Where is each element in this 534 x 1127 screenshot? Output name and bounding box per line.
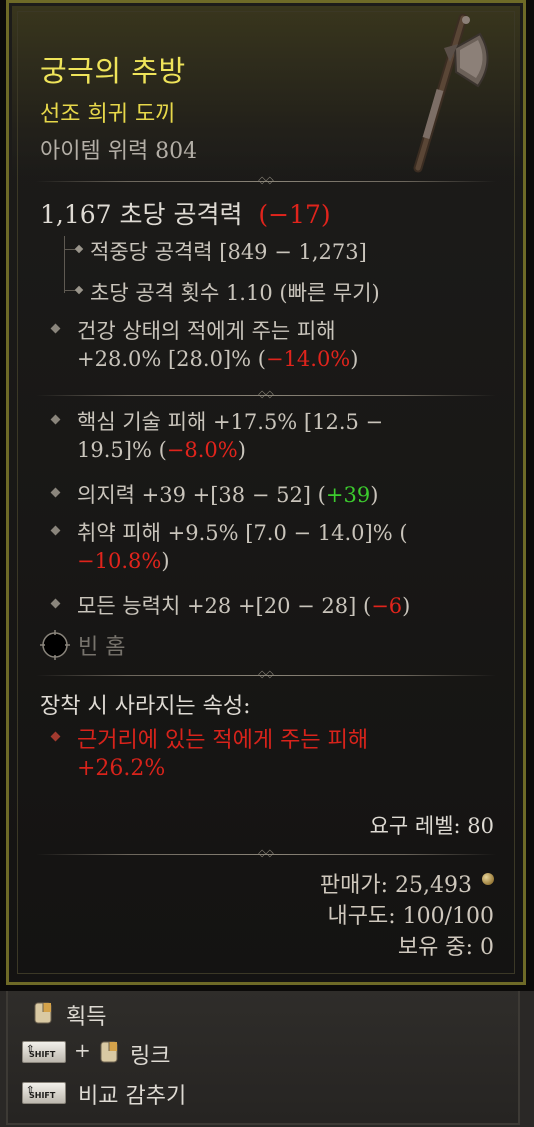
tree-line	[64, 236, 65, 293]
dps-line: 1,167 초당 공격력 (−17)	[40, 195, 331, 231]
link-action[interactable]: 링크	[130, 1038, 170, 1070]
hit-damage: 적중당 공격력 [849 − 1,273]	[90, 240, 367, 264]
affix-all-stats: 모든 능력치 +28 +[20 − 28] (−6)	[77, 590, 410, 620]
divider: ◇◇	[36, 175, 496, 186]
affix-close: )	[237, 438, 246, 462]
empty-socket-icon	[40, 630, 70, 660]
implicit-close: )	[350, 347, 359, 371]
lost-affix-line1: 근거리에 있는 적에게 주는 피해	[77, 728, 369, 753]
acquire-action[interactable]: 획득	[66, 999, 106, 1031]
divider: ◇◇	[36, 389, 496, 400]
divider: ◇◇	[36, 848, 496, 859]
item-rarity-type: 선조 희귀 도끼	[40, 102, 176, 127]
empty-socket-label: 빈 홈	[78, 635, 126, 660]
lost-affix-line2: +26.2%	[77, 756, 166, 781]
affix-core-skill: 핵심 기술 피해 +17.5% [12.5 −	[77, 410, 384, 434]
lost-on-equip-heading: 장착 시 사라지는 속성:	[40, 694, 251, 719]
shift-key-icon: ⇧ SHIFT	[22, 1082, 66, 1104]
affix-vulnerable: 취약 피해 +9.5% [7.0 − 14.0]% (	[77, 521, 408, 545]
mouse-right-click-icon	[34, 1002, 52, 1024]
required-level: 요구 레벨: 80	[369, 814, 494, 838]
affix-willpower-delta: +39	[325, 483, 371, 507]
affix-vulnerable-cont: −10.8%)	[77, 549, 170, 573]
gold-coin-icon	[482, 873, 494, 885]
affix-close: )	[161, 549, 170, 573]
affix-core-skill-cont: 19.5]% (−8.0%)	[77, 438, 246, 462]
affix-all-stats-delta: −6	[371, 594, 403, 618]
affix-close: )	[402, 594, 411, 618]
item-name: 궁극의 추방	[40, 54, 186, 88]
affix-core-skill-delta: −8.0%	[166, 438, 238, 462]
divider: ◇◇	[36, 669, 496, 680]
implicit-line1: 건강 상태의 적에게 주는 피해	[77, 319, 336, 343]
attack-speed: 초당 공격 횟수 1.10 (빠른 무기)	[90, 281, 380, 305]
sell-value: 판매가: 25,493	[319, 873, 472, 898]
action-bar: 획득 ⇧ SHIFT + 링크 ⇧ SHIFT 비교 감추기	[0, 991, 534, 1127]
affix-core-skill-range: 19.5]% (	[77, 438, 167, 462]
affix-all-stats-text: 모든 능력치 +28 +[20 − 28] (	[77, 594, 372, 618]
item-power: 아이템 위력 804	[40, 139, 198, 164]
mouse-right-click-icon	[100, 1041, 118, 1063]
durability: 내구도: 100/100	[327, 904, 494, 929]
hide-compare-action[interactable]: 비교 감추기	[78, 1078, 186, 1110]
shift-key-icon: ⇧ SHIFT	[22, 1041, 66, 1063]
owned-count: 보유 중: 0	[397, 935, 494, 960]
dps-delta: (−17)	[258, 200, 331, 229]
affix-close: )	[370, 483, 379, 507]
dps-value: 1,167 초당 공격력	[40, 200, 243, 229]
implicit-value: +28.0% [28.0]% (	[77, 347, 266, 371]
implicit-delta: −14.0%	[265, 347, 351, 371]
affix-vulnerable-delta: −10.8%	[77, 549, 162, 573]
affix-willpower: 의지력 +39 +[38 − 52] (+39)	[77, 479, 378, 509]
implicit-line2: +28.0% [28.0]% (−14.0%)	[77, 347, 358, 371]
plus-sign: +	[74, 1038, 91, 1062]
affix-willpower-text: 의지력 +39 +[38 − 52] (	[77, 483, 326, 507]
axe-icon	[413, 13, 489, 173]
